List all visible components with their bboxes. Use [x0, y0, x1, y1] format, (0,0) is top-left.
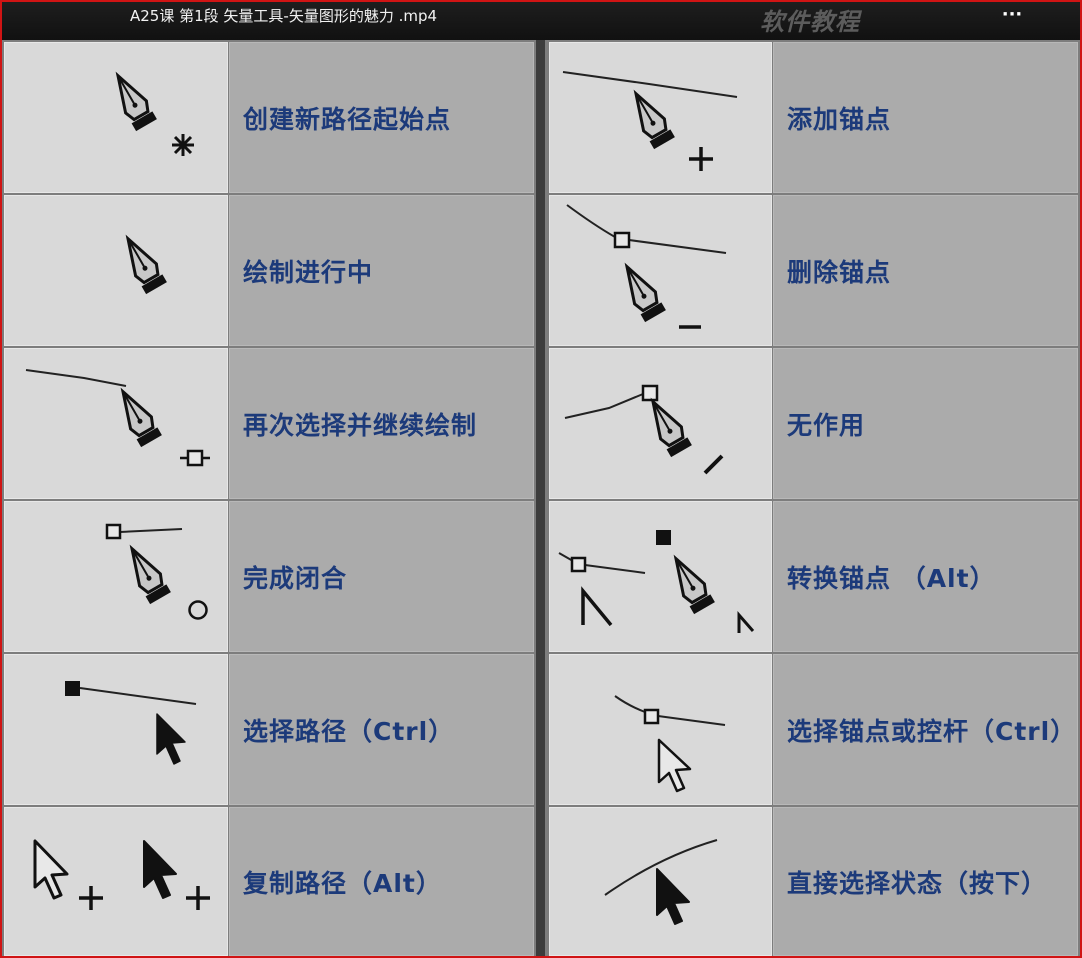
pen-continue-icon [25, 369, 210, 467]
right-row-0-label-cell: 添加锚点 [773, 42, 1078, 193]
right-row-1-label-cell: 删除锚点 [773, 195, 1078, 346]
more-options-button[interactable]: ··· [998, 3, 1026, 27]
convert-anchor-icon [558, 530, 755, 633]
left-row-2-label: 再次选择并继续绘制 [243, 410, 478, 440]
left-row-1-label-cell: 绘制进行中 [229, 195, 534, 346]
left-row-1-icon-cell [4, 195, 228, 346]
pen-new-path-icon [115, 71, 194, 156]
left-row-4-label-cell: 选择路径（Ctrl） [229, 654, 534, 805]
left-row-4-label: 选择路径（Ctrl） [243, 716, 455, 746]
pen-close-path-icon [105, 523, 208, 620]
right-row-3-label-cell: 转换锚点 （Alt） [773, 501, 1078, 652]
left-row-5-icon-cell [4, 807, 228, 956]
left-row-2-icon-cell [4, 348, 228, 499]
left-row-4-icon-cell [4, 654, 228, 805]
right-row-1-label: 删除锚点 [787, 257, 892, 287]
right-table: 添加锚点 删除锚点 无作用 转换锚点 （Alt） 选择锚点或控杆（Ctrl） 直… [545, 40, 1080, 956]
right-row-1-icon-cell [549, 195, 772, 346]
right-row-2-label-cell: 无作用 [773, 348, 1078, 499]
right-row-5-label: 直接选择状态（按下） [787, 868, 1048, 898]
right-row-3-label: 转换锚点 （Alt） [787, 563, 996, 593]
right-row-4-label: 选择锚点或控杆（Ctrl） [787, 716, 1077, 746]
right-row-2-label: 无作用 [787, 410, 866, 440]
direct-select-icon [604, 839, 718, 925]
window-title: A25课 第1段 矢量工具-矢量图形的魅力 .mp4 [130, 7, 438, 25]
right-row-5-label-cell: 直接选择状态（按下） [773, 807, 1078, 956]
left-row-0-label: 创建新路径起始点 [243, 104, 452, 134]
right-row-0-label: 添加锚点 [787, 104, 892, 134]
left-row-5-label: 复制路径（Alt） [243, 868, 442, 898]
left-table: 创建新路径起始点 绘制进行中 再次选择并继续绘制 完成闭合 选择路径（Ctrl）… [2, 40, 536, 956]
right-row-4-label-cell: 选择锚点或控杆（Ctrl） [773, 654, 1078, 805]
left-row-0-label-cell: 创建新路径起始点 [229, 42, 534, 193]
pen-no-effect-icon [564, 384, 724, 475]
left-row-5-label-cell: 复制路径（Alt） [229, 807, 534, 956]
select-anchor-icon [614, 695, 726, 793]
right-row-5-icon-cell [549, 807, 772, 956]
left-row-3-label: 完成闭合 [243, 563, 348, 593]
watermark: 软件教程 [760, 7, 860, 36]
copy-path-icon [33, 839, 210, 910]
right-row-3-icon-cell [549, 501, 772, 652]
left-row-0-icon-cell [4, 42, 228, 193]
left-row-3-label-cell: 完成闭合 [229, 501, 534, 652]
right-row-4-icon-cell [549, 654, 772, 805]
left-row-1-label: 绘制进行中 [243, 257, 374, 287]
right-row-2-icon-cell [549, 348, 772, 499]
right-row-0-icon-cell [549, 42, 772, 193]
pen-delete-anchor-icon [566, 204, 727, 329]
left-row-2-label-cell: 再次选择并继续绘制 [229, 348, 534, 499]
pen-drawing-icon [125, 234, 167, 295]
title-bar: A25课 第1段 矢量工具-矢量图形的魅力 .mp4 软件教程 ··· [2, 2, 1080, 40]
pen-add-anchor-icon [562, 71, 738, 171]
video-frame: A25课 第1段 矢量工具-矢量图形的魅力 .mp4 软件教程 ··· 创建新路… [0, 0, 1082, 958]
left-row-3-icon-cell [4, 501, 228, 652]
select-path-icon [65, 681, 197, 765]
